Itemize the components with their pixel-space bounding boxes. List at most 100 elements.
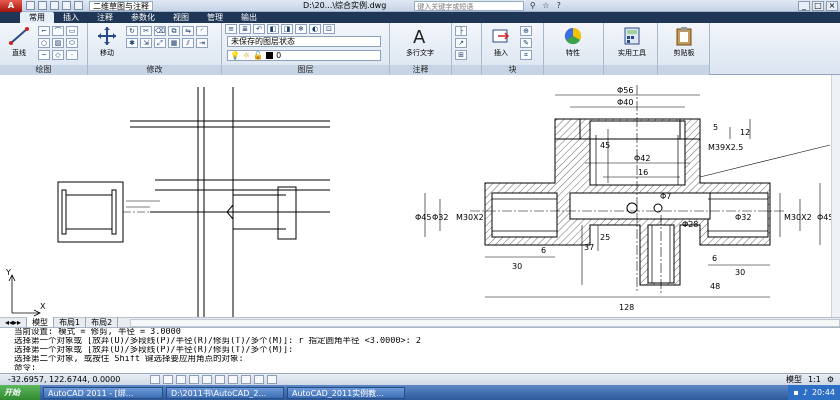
table-icon[interactable]: ⊞ [455, 50, 467, 60]
lineweight-toggle-icon[interactable] [254, 375, 264, 384]
leader-icon[interactable]: ↗ [455, 38, 467, 48]
line-button[interactable]: 直线 [4, 26, 34, 58]
move-button[interactable]: 移动 [92, 26, 122, 58]
osnap-toggle-icon[interactable] [202, 375, 212, 384]
search-input[interactable]: 键入关键字或短语 [414, 0, 525, 11]
taskbar-item-autocad[interactable]: AutoCAD 2011 - [绑... [43, 386, 163, 399]
annotation-panel-title[interactable]: 注释 [390, 65, 451, 75]
binoculars-icon[interactable]: ⚲ [528, 1, 537, 10]
spline-icon[interactable]: ~ [38, 50, 50, 60]
insert-button[interactable]: 插入 [486, 26, 516, 58]
open-icon[interactable] [38, 1, 47, 10]
coordinate-readout: -32.6957, 122.6744, 0.0000 [8, 375, 121, 384]
minimize-button[interactable]: _ [798, 1, 810, 11]
explode-icon[interactable]: ✱ [126, 38, 138, 48]
command-line[interactable]: 当前设置: 模式 = 修剪, 半径 = 3.0000 选择第一个对象或 [放弃(… [0, 327, 840, 373]
point-icon[interactable]: · [66, 50, 78, 60]
dyn-toggle-icon[interactable] [241, 375, 251, 384]
new-icon[interactable] [26, 1, 35, 10]
trim-icon[interactable]: ✂ [140, 26, 152, 36]
layer-isolate-icon[interactable]: ◧ [267, 24, 279, 34]
star-icon[interactable]: ☆ [541, 1, 550, 10]
maximize-button[interactable]: □ [812, 1, 824, 11]
grid-toggle-icon[interactable] [163, 375, 173, 384]
layer-unisolate-icon[interactable]: ◨ [281, 24, 293, 34]
draw-panel-title[interactable]: 绘图 [0, 65, 87, 75]
rotate-icon[interactable]: ↻ [126, 26, 138, 36]
ellipse-icon[interactable]: ⬭ [66, 38, 78, 48]
mtext-button[interactable]: A 多行文字 [400, 26, 440, 58]
model-space-label[interactable]: 模型 [786, 374, 802, 385]
tab-home[interactable]: 常用 [20, 12, 54, 23]
clipboard-button[interactable]: 剪贴板 [666, 26, 702, 58]
offset-icon[interactable]: ⫽ [182, 38, 194, 48]
command-prompt[interactable]: 命令: [14, 364, 840, 373]
snap-toggle-icon[interactable] [150, 375, 160, 384]
layer-previous-icon[interactable]: ↶ [253, 24, 265, 34]
layer-state-dropdown[interactable]: 未保存的图层状态 [227, 36, 381, 47]
utilities-panel-footer [604, 65, 657, 75]
ducs-toggle-icon[interactable] [228, 375, 238, 384]
scale-icon[interactable]: ⤢ [154, 38, 166, 48]
vertical-scrollbar[interactable] [831, 75, 840, 317]
tab-view[interactable]: 视图 [164, 12, 198, 23]
rectangle-icon[interactable]: ▭ [66, 26, 78, 36]
polyline-icon[interactable]: ⌐ [38, 26, 50, 36]
polar-toggle-icon[interactable] [189, 375, 199, 384]
extend-icon[interactable]: ⇥ [196, 38, 208, 48]
layer-freeze-icon[interactable]: ❄ [295, 24, 307, 34]
annotation-scale[interactable]: 1:1 [808, 375, 821, 384]
utilities-button[interactable]: 实用工具 [612, 26, 652, 58]
otrack-toggle-icon[interactable] [215, 375, 225, 384]
block-panel-title[interactable]: 块 [482, 65, 543, 75]
tab-annotate[interactable]: 注释 [88, 12, 122, 23]
layer-off-icon[interactable]: ◐ [309, 24, 321, 34]
edit-block-icon[interactable]: ✎ [520, 38, 532, 48]
ortho-toggle-icon[interactable] [176, 375, 186, 384]
layout-nav-arrows[interactable]: ◂◂▸▸ [0, 318, 28, 327]
array-icon[interactable]: ▦ [168, 38, 180, 48]
tab-output[interactable]: 输出 [232, 12, 266, 23]
stretch-icon[interactable]: ⇲ [140, 38, 152, 48]
close-button[interactable]: × [826, 1, 838, 11]
layer-properties-icon[interactable]: ≡ [225, 24, 237, 34]
layer-dropdown[interactable]: 💡 ☼ 🔓 0 [227, 50, 381, 61]
fillet-icon[interactable]: ◜ [196, 26, 208, 36]
network-icon[interactable]: ▪ [793, 388, 798, 397]
arc-icon[interactable]: ⌒ [52, 26, 64, 36]
layers-panel-title[interactable]: 图层 [222, 65, 389, 75]
copy-icon[interactable]: ⧉ [168, 26, 180, 36]
mirror-icon[interactable]: ⇋ [182, 26, 194, 36]
modify-panel-title[interactable]: 修改 [88, 65, 221, 75]
save-icon[interactable] [50, 1, 59, 10]
tab-parametric[interactable]: 参数化 [122, 12, 164, 23]
linear-dimension-icon[interactable]: ├ [455, 26, 467, 36]
layer-lock-icon[interactable]: ⊡ [323, 24, 335, 34]
taskbar-item-document[interactable]: AutoCAD_2011实例教... [287, 386, 405, 399]
application-menu-button[interactable]: A [0, 0, 22, 12]
taskbar-item-folder[interactable]: D:\2011书\AutoCAD_2... [166, 386, 284, 399]
tab-manage[interactable]: 管理 [198, 12, 232, 23]
create-block-icon[interactable]: ⊕ [520, 26, 532, 36]
hatch-icon[interactable]: ▨ [52, 38, 64, 48]
start-button[interactable]: 开始 [0, 385, 40, 400]
region-icon[interactable]: ◇ [52, 50, 64, 60]
quick-properties-icon[interactable] [267, 375, 277, 384]
status-right: 模型 1:1 ⚙ [786, 374, 840, 385]
volume-icon[interactable]: ♪ [803, 388, 808, 397]
erase-icon[interactable]: ⌫ [154, 26, 166, 36]
circle-icon[interactable]: ○ [38, 38, 50, 48]
drawing-area[interactable]: Y X Φ56 Φ40 Φ42 16 5 12 M39X2.5 45 Φ7 Φ4… [0, 75, 840, 317]
help-icon[interactable]: ? [554, 1, 563, 10]
attribute-icon[interactable]: ⌗ [520, 50, 532, 60]
tab-insert[interactable]: 插入 [54, 12, 88, 23]
drawing-svg[interactable]: Y X Φ56 Φ40 Φ42 16 5 12 M39X2.5 45 Φ7 Φ4… [0, 75, 840, 317]
mtext-label: 多行文字 [406, 49, 434, 57]
workspace-selector[interactable]: 二维草图与注释 [89, 0, 153, 11]
horizontal-scrollbar[interactable] [130, 318, 840, 327]
layer-match-icon[interactable]: ≣ [239, 24, 251, 34]
undo-icon[interactable] [62, 1, 71, 10]
redo-icon[interactable] [74, 1, 83, 10]
properties-button[interactable]: 特性 [558, 26, 588, 58]
workspace-gear-icon[interactable]: ⚙ [827, 375, 834, 384]
